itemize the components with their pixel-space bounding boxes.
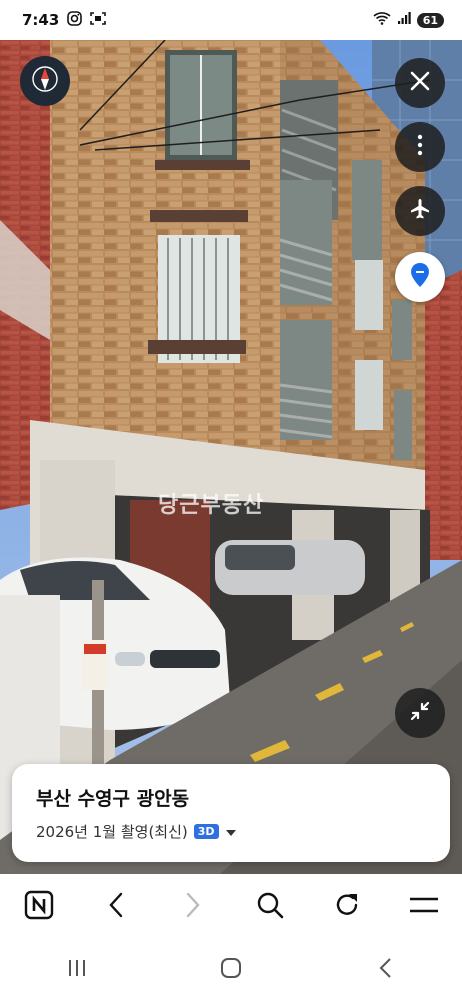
signal-icon bbox=[397, 11, 411, 29]
home-nav-button[interactable] bbox=[206, 945, 256, 995]
watermark-text: 당근부동산 bbox=[158, 493, 265, 518]
recent-apps-icon bbox=[66, 958, 88, 982]
battery-badge: 61 bbox=[416, 12, 444, 28]
caret-down-icon bbox=[225, 823, 237, 841]
minimize-button[interactable] bbox=[395, 688, 445, 738]
back-nav-button[interactable] bbox=[360, 945, 410, 995]
flight-view-button[interactable] bbox=[395, 186, 445, 236]
chevron-left-icon bbox=[108, 892, 124, 922]
status-bar: 7:43 61 bbox=[0, 0, 462, 40]
chevron-right-icon bbox=[185, 892, 201, 922]
compass-button[interactable] bbox=[20, 56, 70, 106]
browser-toolbar bbox=[0, 874, 462, 940]
more-options-button[interactable] bbox=[395, 122, 445, 172]
hamburger-menu-icon bbox=[409, 895, 439, 919]
instagram-icon bbox=[67, 10, 83, 30]
more-vertical-icon bbox=[416, 134, 424, 160]
home-button[interactable] bbox=[14, 882, 64, 932]
location-card[interactable]: 부산 수영구 광안동 2026년 1월 촬영(최신) 3D bbox=[12, 764, 450, 862]
screenshot-icon bbox=[90, 11, 107, 30]
system-nav-bar bbox=[0, 940, 462, 1000]
back-button[interactable] bbox=[91, 882, 141, 932]
reload-button[interactable] bbox=[322, 882, 372, 932]
forward-button[interactable] bbox=[168, 882, 218, 932]
menu-button[interactable] bbox=[399, 882, 449, 932]
status-time: 7:43 bbox=[22, 11, 60, 29]
capture-date: 2026년 1월 촬영(최신) bbox=[36, 823, 188, 841]
compass-icon bbox=[30, 64, 60, 98]
3d-badge: 3D bbox=[193, 824, 219, 839]
search-icon bbox=[256, 891, 284, 923]
home-circle-icon bbox=[220, 957, 242, 983]
reload-icon bbox=[333, 891, 361, 923]
location-pin-icon bbox=[409, 262, 431, 292]
wifi-icon bbox=[373, 11, 391, 29]
location-title: 부산 수영구 광안동 bbox=[36, 788, 190, 810]
close-icon bbox=[409, 70, 431, 96]
close-button[interactable] bbox=[395, 58, 445, 108]
capture-date-row[interactable]: 2026년 1월 촬영(최신) 3D bbox=[36, 821, 426, 842]
minimize-icon bbox=[408, 699, 432, 727]
street-view-scene bbox=[0, 40, 462, 874]
status-left: 7:43 bbox=[22, 10, 107, 30]
search-button[interactable] bbox=[245, 882, 295, 932]
recent-apps-button[interactable] bbox=[52, 945, 102, 995]
naver-n-icon bbox=[24, 890, 54, 924]
airplane-icon bbox=[408, 197, 432, 225]
street-view-image[interactable]: 당근부동산 bbox=[0, 40, 462, 874]
location-button[interactable] bbox=[395, 252, 445, 302]
back-arrow-icon bbox=[378, 957, 392, 983]
status-right: 61 bbox=[373, 11, 444, 29]
